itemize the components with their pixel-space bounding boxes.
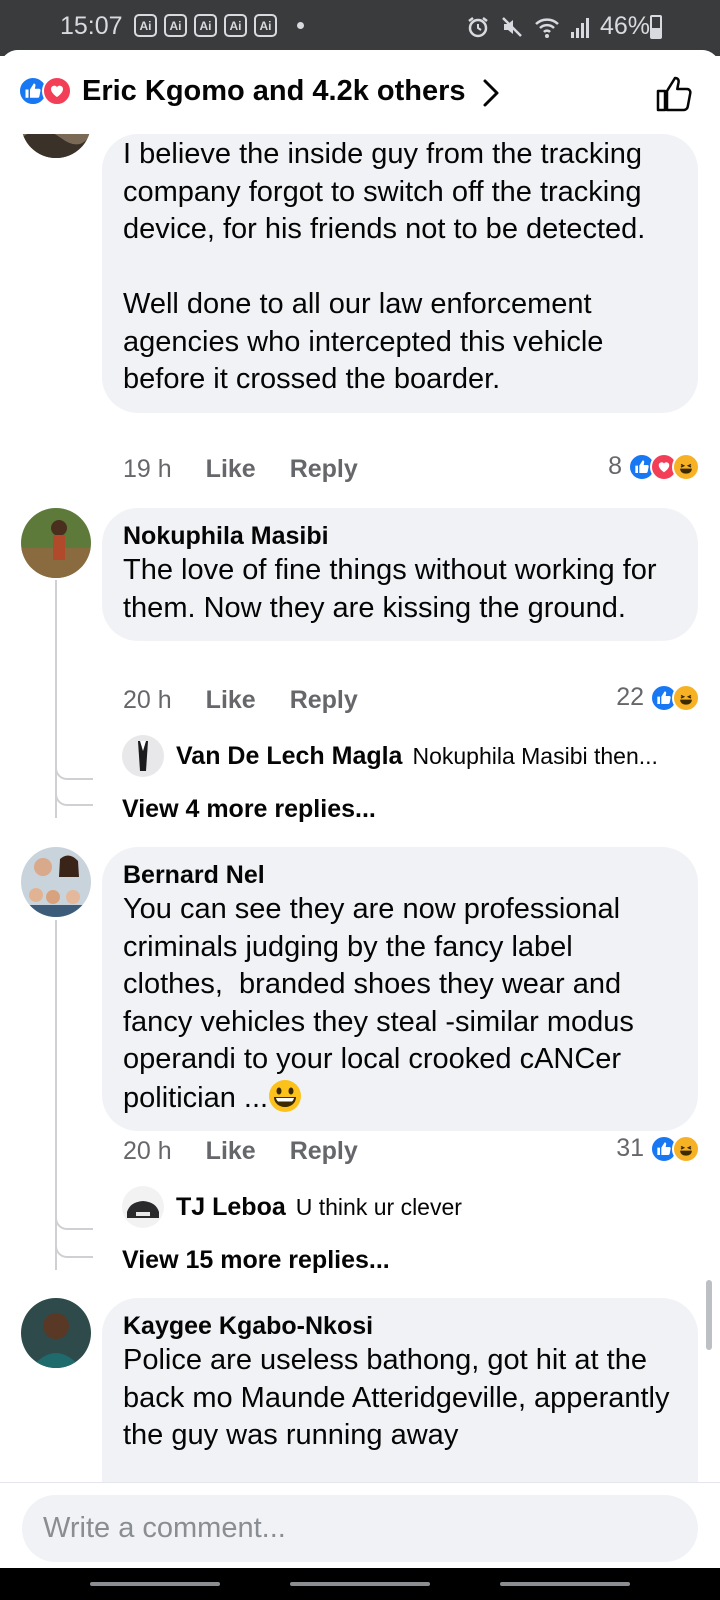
- comment-actions: 20 h Like Reply: [123, 1137, 358, 1166]
- app-badge-icon: Ai: [194, 14, 217, 37]
- comment-actions: 20 h Like Reply: [123, 686, 358, 715]
- scrollbar[interactable]: [706, 1280, 712, 1350]
- comment-time[interactable]: 19 h: [123, 455, 172, 484]
- notification-dot-icon: [297, 22, 304, 29]
- thread-line: [55, 920, 93, 1230]
- reaction-summary[interactable]: [18, 76, 72, 106]
- reply-link[interactable]: Reply: [290, 1137, 358, 1166]
- reply-text: Nokuphila Masibi then...: [412, 742, 658, 769]
- status-time: 15:07: [60, 12, 123, 40]
- status-indicators: 46%: [466, 12, 650, 41]
- nav-home-button[interactable]: [290, 1582, 430, 1586]
- app-badge-icon: Ai: [224, 14, 247, 37]
- comment-composer[interactable]: [22, 1495, 698, 1562]
- avatar[interactable]: [21, 847, 91, 917]
- avatar[interactable]: [21, 508, 91, 578]
- nav-recent-button[interactable]: [90, 1582, 220, 1586]
- grinning-face-icon: [269, 1079, 302, 1112]
- reaction-count[interactable]: 22: [616, 683, 700, 712]
- comment-bubble[interactable]: Nokuphila Masibi The love of fine things…: [102, 508, 698, 641]
- chevron-right-icon[interactable]: [476, 76, 506, 110]
- reaction-number: 8: [608, 452, 622, 480]
- comment-bubble[interactable]: I believe the inside guy from the tracki…: [102, 134, 698, 413]
- reply-link[interactable]: Reply: [290, 455, 358, 484]
- love-icon: [42, 76, 72, 106]
- system-nav-bar: [0, 1568, 720, 1600]
- comment-body: Police are useless bathong, got hit at t…: [123, 1344, 678, 1451]
- app-badge-icon: Ai: [164, 14, 187, 37]
- battery-percent: 46%: [599, 12, 650, 40]
- comment-author[interactable]: Nokuphila Masibi: [123, 520, 676, 552]
- like-link[interactable]: Like: [206, 686, 256, 715]
- reply-preview[interactable]: TJ Leboa U think ur clever: [122, 1186, 462, 1228]
- app-badge-icon: Ai: [134, 14, 157, 37]
- haha-icon: [672, 452, 700, 481]
- reply-text: U think ur clever: [295, 1193, 462, 1220]
- comment-body: I believe the inside guy from the tracki…: [123, 138, 646, 395]
- comment-bubble[interactable]: Bernard Nel You can see they are now pro…: [102, 847, 698, 1131]
- view-more-replies[interactable]: View 15 more replies...: [122, 1246, 390, 1275]
- thread-line: [55, 1230, 93, 1258]
- signal-icon: [570, 17, 589, 38]
- avatar[interactable]: [21, 1298, 91, 1368]
- comment-author[interactable]: Kaygee Kgabo-Nkosi: [123, 1310, 676, 1342]
- reply-preview[interactable]: Van De Lech Magla Nokuphila Masibi then.…: [122, 735, 658, 777]
- comment-text: You can see they are now professional cr…: [123, 893, 642, 1114]
- avatar[interactable]: [122, 735, 164, 777]
- like-link[interactable]: Like: [206, 1137, 256, 1166]
- reaction-number: 31: [616, 1134, 644, 1162]
- comment-input[interactable]: [43, 1512, 698, 1545]
- reply-author[interactable]: TJ Leboa: [176, 1193, 286, 1222]
- reply-author[interactable]: Van De Lech Magla: [176, 742, 402, 771]
- thread-line: [55, 770, 93, 806]
- like-button-icon[interactable]: [654, 74, 694, 114]
- reactions-header[interactable]: Eric Kgomo and 4.2k others: [0, 50, 720, 134]
- comments-sheet: Eric Kgomo and 4.2k others I believe the…: [0, 50, 720, 1552]
- reaction-count[interactable]: 8: [608, 452, 700, 481]
- reactions-title[interactable]: Eric Kgomo and 4.2k others: [82, 75, 466, 108]
- comment-body: You can see they are now professional cr…: [123, 891, 676, 1117]
- app-badge-icon: Ai: [254, 14, 277, 37]
- status-app-badges: Ai Ai Ai Ai Ai: [134, 14, 277, 37]
- battery-icon: [650, 15, 662, 39]
- comment-time[interactable]: 20 h: [123, 1137, 172, 1166]
- avatar[interactable]: [122, 1186, 164, 1228]
- haha-icon: [672, 1134, 700, 1163]
- battery-level: [652, 27, 660, 37]
- comment-body: The love of fine things without working …: [123, 554, 665, 624]
- comment-actions: 19 h Like Reply: [123, 455, 358, 484]
- reply-link[interactable]: Reply: [290, 686, 358, 715]
- comment-time[interactable]: 20 h: [123, 686, 172, 715]
- mute-icon: [502, 16, 522, 37]
- comment-author[interactable]: Bernard Nel: [123, 859, 676, 891]
- wifi-icon: [535, 17, 559, 38]
- status-bar: 15:07 Ai Ai Ai Ai Ai 46%: [0, 0, 720, 56]
- haha-icon: [672, 683, 700, 712]
- view-more-replies[interactable]: View 4 more replies...: [122, 795, 376, 824]
- alarm-icon: [468, 16, 488, 37]
- reaction-count[interactable]: 31: [616, 1134, 700, 1163]
- nav-back-button[interactable]: [500, 1582, 630, 1586]
- like-link[interactable]: Like: [206, 455, 256, 484]
- reaction-number: 22: [616, 683, 644, 711]
